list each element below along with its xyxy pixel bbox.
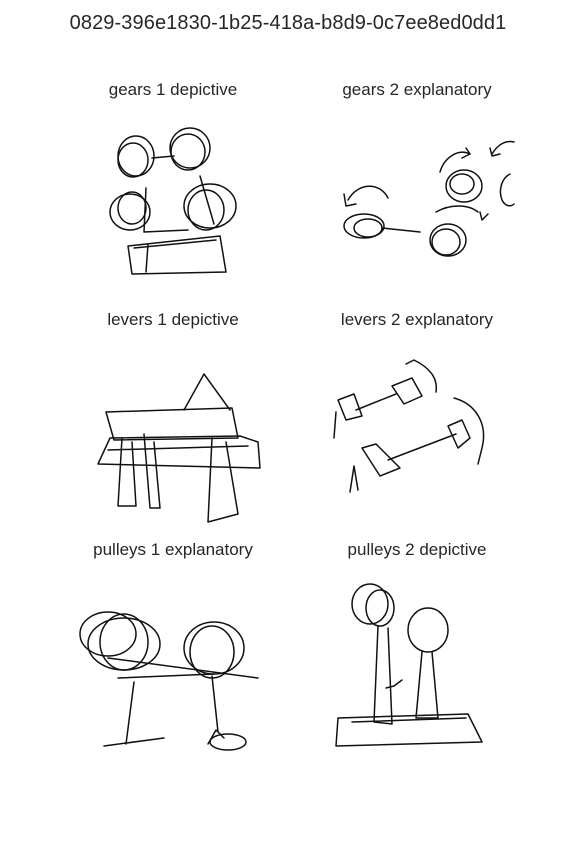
pulleys-sketch-drawing xyxy=(79,611,259,751)
sketch-title: pulleys 1 explanatory xyxy=(93,540,253,559)
sketch-panel-pulleys-1: pulleys 1 explanatory xyxy=(48,540,298,760)
sketch-title: gears 2 explanatory xyxy=(342,80,492,99)
sketch-panel-levers-2: levers 2 explanatory xyxy=(292,310,542,530)
sketch-title: levers 1 depictive xyxy=(107,310,239,329)
levers-sketch-drawing xyxy=(97,373,261,523)
page-title: 0829-396e1830-1b25-418a-b8d9-0c7ee8ed0dd… xyxy=(69,12,507,34)
gears-sketch-drawing xyxy=(343,140,515,257)
gears-sketch-drawing xyxy=(109,127,237,275)
sketch-title: gears 1 depictive xyxy=(108,80,238,99)
levers-sketch-drawing xyxy=(333,359,485,493)
sketch-panel-pulleys-2: pulleys 2 depictive xyxy=(292,540,542,760)
sketch-panel-gears-2: gears 2 explanatory xyxy=(292,80,542,300)
pulleys-sketch-drawing xyxy=(335,583,483,747)
sketch-panel-levers-1: levers 1 depictive xyxy=(48,310,298,530)
sketch-panel-gears-1: gears 1 depictive xyxy=(48,80,298,300)
sketch-title: pulleys 2 depictive xyxy=(347,540,487,559)
sketch-title: levers 2 explanatory xyxy=(340,310,494,329)
